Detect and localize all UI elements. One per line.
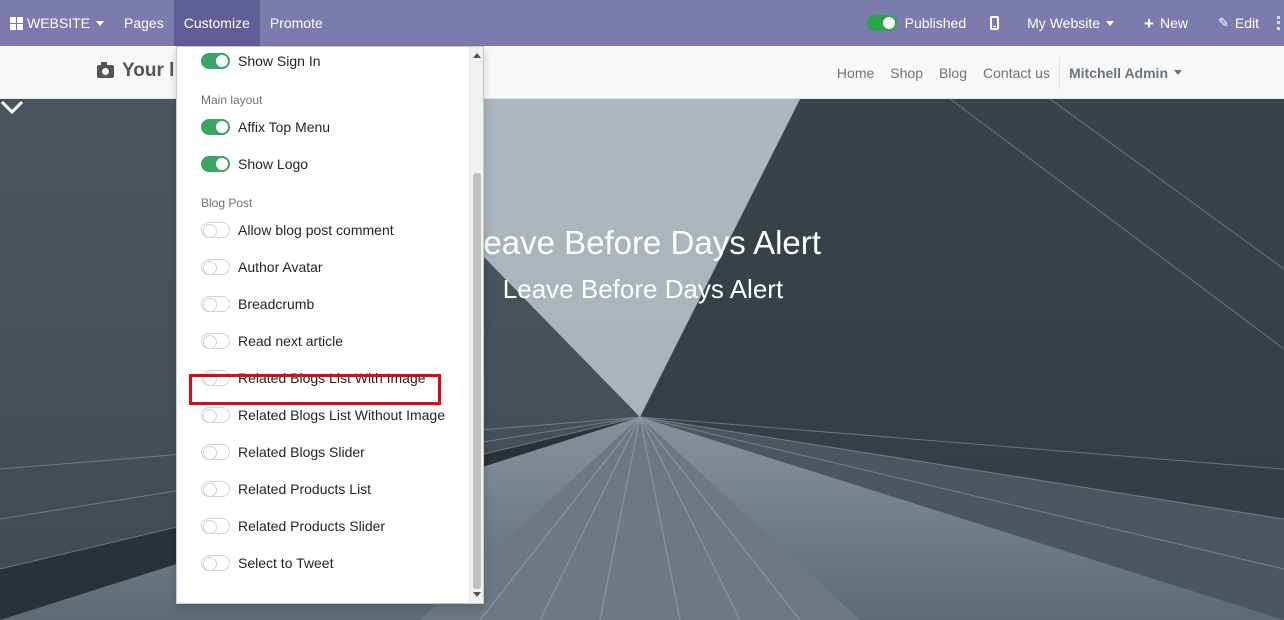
toggle-switch-icon[interactable] [201,481,230,497]
option-item[interactable]: Read next article [201,330,343,352]
option-item[interactable]: Related Blogs Slider [201,441,365,463]
option-label: Related Blogs Slider [238,444,365,460]
caret-down-icon [1106,20,1115,26]
new-label: New [1159,15,1188,31]
website-apps-menu[interactable]: WEBSITE [0,0,114,46]
mobile-preview-button[interactable] [982,0,1017,46]
mobile-icon [990,16,1000,30]
toggle-switch-icon[interactable] [201,518,230,534]
toggle-switch-icon[interactable] [201,370,230,386]
toggle-switch-icon[interactable] [201,333,230,349]
menu-pages[interactable]: Pages [114,0,174,46]
option-item[interactable]: Show Sign In [201,50,321,72]
scroll-up-arrow-icon[interactable] [473,53,481,58]
scrollbar-thumb[interactable] [473,173,481,589]
edit-label: Edit [1234,15,1259,31]
toggle-switch-icon[interactable] [201,555,230,571]
option-label: Author Avatar [238,259,323,275]
user-menu[interactable]: Mitchell Admin [1058,56,1190,89]
section-header: Main layout [201,93,263,107]
site-menu: Home Shop Blog Contact us Mitchell Admin [829,46,1190,99]
new-button[interactable]: + New [1134,0,1208,46]
option-label: Show Logo [238,156,309,172]
option-item[interactable]: Allow blog post comment [201,219,394,241]
caret-down-icon [96,20,105,26]
option-item[interactable]: Related Products List [201,478,371,500]
toggle-switch-icon[interactable] [201,156,230,172]
option-label: Related Blogs List With Image [238,370,426,386]
option-label: Show Sign In [238,53,321,69]
apps-grid-icon [10,16,23,30]
user-name: Mitchell Admin [1068,64,1168,81]
toggle-switch-icon[interactable] [201,296,230,312]
toggle-switch-icon[interactable] [201,407,230,423]
hero-title-text: Leave Before Days Alert [465,224,821,261]
menu-promote[interactable]: Promote [260,0,333,46]
option-item[interactable]: Related Blogs List With Image [201,367,426,389]
option-item[interactable]: Related Products Slider [201,515,385,537]
option-label: Related Products List [238,481,372,497]
toggle-switch-icon[interactable] [201,53,230,69]
published-toggle[interactable]: Published [857,0,983,46]
chevron-down-icon[interactable] [0,99,24,115]
option-label: Related Blogs List Without Image [238,407,445,423]
camera-icon [97,61,114,78]
nav-contact-us[interactable]: Contact us [975,65,1058,81]
toggle-switch-icon[interactable] [201,259,230,275]
nav-home[interactable]: Home [829,65,882,81]
more-options-icon[interactable] [1277,16,1280,30]
option-item[interactable]: Related Blogs List Without Image [201,404,445,426]
toggle-switch-icon[interactable] [201,222,230,238]
caret-down-icon [1174,70,1182,75]
plus-icon: + [1144,13,1154,33]
option-item[interactable]: Affix Top Menu [201,116,330,138]
option-item[interactable]: Breadcrumb [201,293,314,315]
option-item[interactable]: Select to Tweet [201,552,333,574]
admin-topbar: WEBSITE Pages Customize Promote Publishe… [0,0,1284,46]
option-label: Allow blog post comment [238,222,394,238]
toggle-switch-icon[interactable] [201,119,230,135]
option-label: Select to Tweet [238,555,334,571]
pencil-icon: ✎ [1217,15,1229,30]
option-item[interactable]: Show Logo [201,153,308,175]
my-website-label: My Website [1027,15,1101,31]
published-switch-icon [866,15,897,31]
edit-button[interactable]: ✎ Edit [1208,0,1265,46]
option-label: Affix Top Menu [238,119,331,135]
customize-dropdown-menu: Show Sign In Main layout Affix Top Menu Sho… [176,46,484,604]
menu-customize[interactable]: Customize [173,0,260,46]
hero-subtitle-text: Leave Before Days Alert [502,274,784,304]
dropdown-scrollbar[interactable] [469,47,483,603]
nav-blog[interactable]: Blog [931,65,975,81]
nav-shop[interactable]: Shop [882,65,931,81]
option-label: Read next article [238,333,344,349]
published-label: Published [904,15,967,31]
option-label: Breadcrumb [238,296,315,312]
option-label: Related Products Slider [238,518,386,534]
section-header: Blog Post [201,196,253,210]
scroll-down-arrow-icon[interactable] [473,592,481,597]
my-website-dropdown[interactable]: My Website [1017,0,1134,46]
logo-text: Your l [122,60,175,81]
website-label: WEBSITE [27,15,91,31]
toggle-switch-icon[interactable] [201,444,230,460]
option-item[interactable]: Author Avatar [201,256,323,278]
site-logo[interactable]: Your l [97,60,174,82]
